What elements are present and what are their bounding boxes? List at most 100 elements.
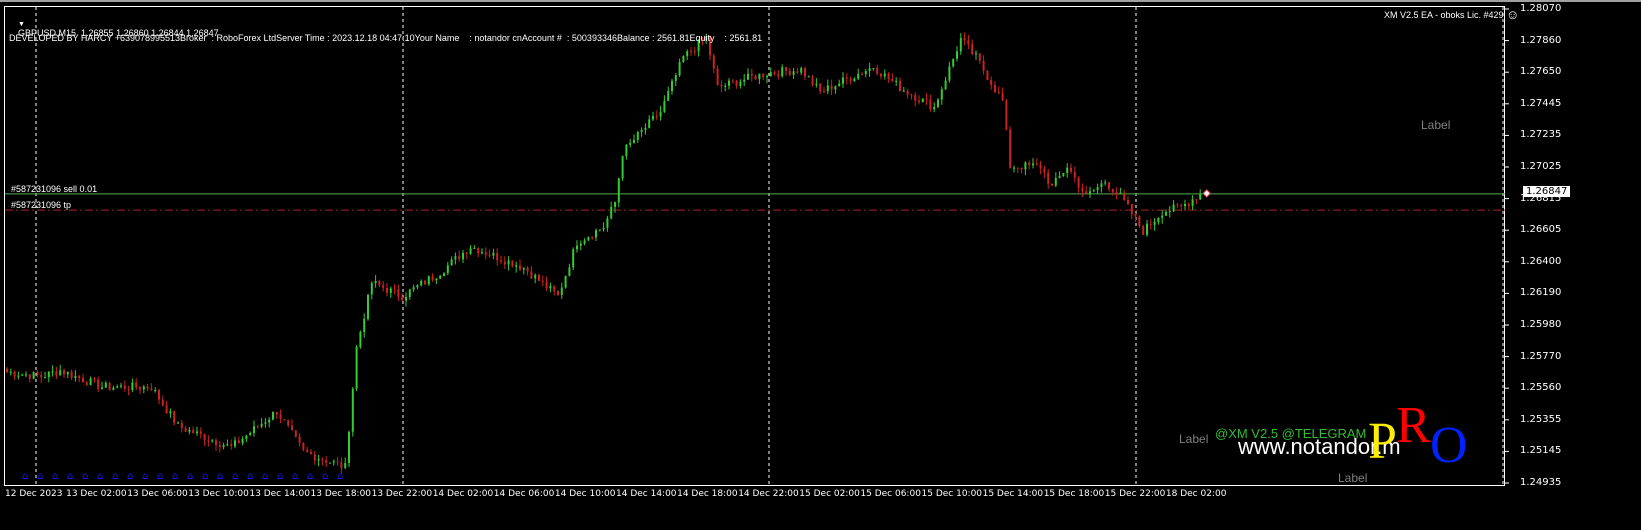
candle-body	[1130, 204, 1133, 215]
price-tick-label: 1.26190	[1520, 287, 1562, 299]
candle-body	[997, 92, 1000, 94]
candle-body	[401, 296, 404, 301]
candle-body	[492, 252, 495, 256]
candle-body	[986, 70, 989, 80]
price-tick-label: 1.25980	[1520, 319, 1562, 330]
candle-body	[1123, 192, 1126, 200]
candle-body	[1051, 183, 1053, 186]
collapse-triangle-icon[interactable]: ▼	[18, 21, 25, 28]
candle-body	[329, 462, 331, 464]
candle-body	[819, 83, 822, 92]
time-tick-label: 13 Dec 06:00	[127, 489, 188, 499]
indicator-glyph: ⌂	[322, 471, 328, 482]
candle-body	[902, 90, 905, 92]
price-tick-label: 1.26605	[1520, 224, 1562, 236]
candle-body	[104, 382, 107, 388]
candle-body	[1184, 203, 1186, 207]
tp-order-label[interactable]: #587231096 tp	[11, 200, 71, 210]
price-tick-label: 1.27025	[1520, 161, 1562, 172]
candle-body	[667, 91, 670, 101]
candle-body	[51, 371, 54, 373]
candle-body	[671, 80, 673, 92]
indicator-glyph: ⌂	[277, 471, 283, 482]
candle-body	[686, 51, 689, 57]
candle-body	[560, 287, 563, 296]
candle-body	[477, 247, 480, 254]
candle-body	[1119, 192, 1122, 194]
candle-body	[861, 73, 863, 75]
candle-body	[652, 116, 654, 120]
candle-body	[135, 382, 138, 388]
candle-body	[1032, 163, 1034, 166]
candle-body	[63, 370, 65, 375]
candle-body	[1100, 183, 1103, 188]
candle-body	[374, 280, 377, 284]
candle-body	[36, 371, 39, 376]
chart-window[interactable]: ⌂ ⌂ ⌂ ⌂ ⌂ ⌂ ⌂ ⌂ ⌂ ⌂ ⌂ ⌂ ⌂ ⌂ ⌂ ⌂ ⌂ ⌂ ⌂ ⌂ ⌂ ⌂ ▼ GBPUSD,M15 1.26…	[0, 0, 1641, 528]
candle-body	[655, 116, 658, 118]
candle-body	[522, 267, 525, 270]
time-tick-label: 13 Dec 18:00	[310, 489, 372, 499]
candle-body	[595, 230, 597, 238]
sell-order-label[interactable]: #587231096 sell 0.01	[11, 184, 97, 194]
smiley-face-icon[interactable]: ☺	[1506, 7, 1519, 22]
price-tick-label: 1.26400	[1520, 255, 1562, 267]
candle-body	[450, 259, 453, 266]
candle-body	[393, 288, 396, 290]
candle-body	[150, 388, 153, 391]
indicator-glyph: ⌂	[262, 471, 268, 482]
candle-body	[367, 294, 369, 319]
candle-body	[1066, 167, 1069, 174]
candle-body	[207, 440, 210, 442]
candle-body	[484, 252, 487, 255]
indicator-glyph: ⌂	[82, 471, 88, 482]
candle-body	[112, 387, 115, 390]
candle-body	[826, 85, 829, 92]
candle-body	[625, 144, 628, 157]
candle-body	[610, 206, 613, 219]
candle-body	[1020, 167, 1023, 170]
time-tick-label: 14 Dec 14:00	[616, 489, 677, 499]
candle-body	[887, 73, 890, 79]
candle-body	[929, 99, 932, 110]
candle-body	[910, 94, 913, 96]
candle-body	[1089, 191, 1091, 194]
time-tick-label: 14 Dec 02:00	[432, 489, 494, 499]
candle-body	[724, 85, 727, 87]
candle-body	[9, 371, 12, 373]
candle-body	[857, 73, 860, 79]
candle-body	[975, 53, 977, 55]
candle-body	[720, 85, 723, 87]
indicator-glyph: ⌂	[142, 471, 148, 482]
candle-body	[747, 73, 749, 80]
candle-body	[1039, 164, 1042, 169]
candle-body	[279, 414, 282, 420]
candle-body	[614, 202, 616, 207]
candle-body	[876, 67, 879, 74]
candle-body	[298, 436, 301, 443]
indicator-glyph: ⌂	[292, 471, 298, 482]
candle-body	[120, 385, 122, 387]
candle-body	[526, 267, 529, 272]
candle-body	[435, 278, 438, 280]
candle-body	[180, 422, 183, 429]
candle-body	[177, 422, 179, 424]
candle-body	[511, 260, 514, 267]
candle-body	[940, 89, 943, 100]
price-tick-label: 1.27860	[1520, 34, 1562, 46]
candle-body	[336, 461, 339, 463]
indicator-glyph: ⌂	[127, 471, 133, 482]
candle-body	[602, 227, 605, 230]
time-tick-label: 14 Dec 06:00	[493, 489, 555, 499]
candle-body	[1180, 205, 1183, 207]
candle-body	[165, 405, 168, 414]
candle-body	[28, 374, 31, 379]
candle-body	[1077, 177, 1080, 188]
candle-body	[557, 291, 559, 296]
candle-body	[1142, 225, 1145, 236]
candle-body	[872, 67, 875, 69]
candle-body	[891, 78, 894, 82]
candle-body	[44, 377, 46, 379]
candle-body	[253, 426, 255, 433]
candle-body	[1073, 171, 1076, 178]
